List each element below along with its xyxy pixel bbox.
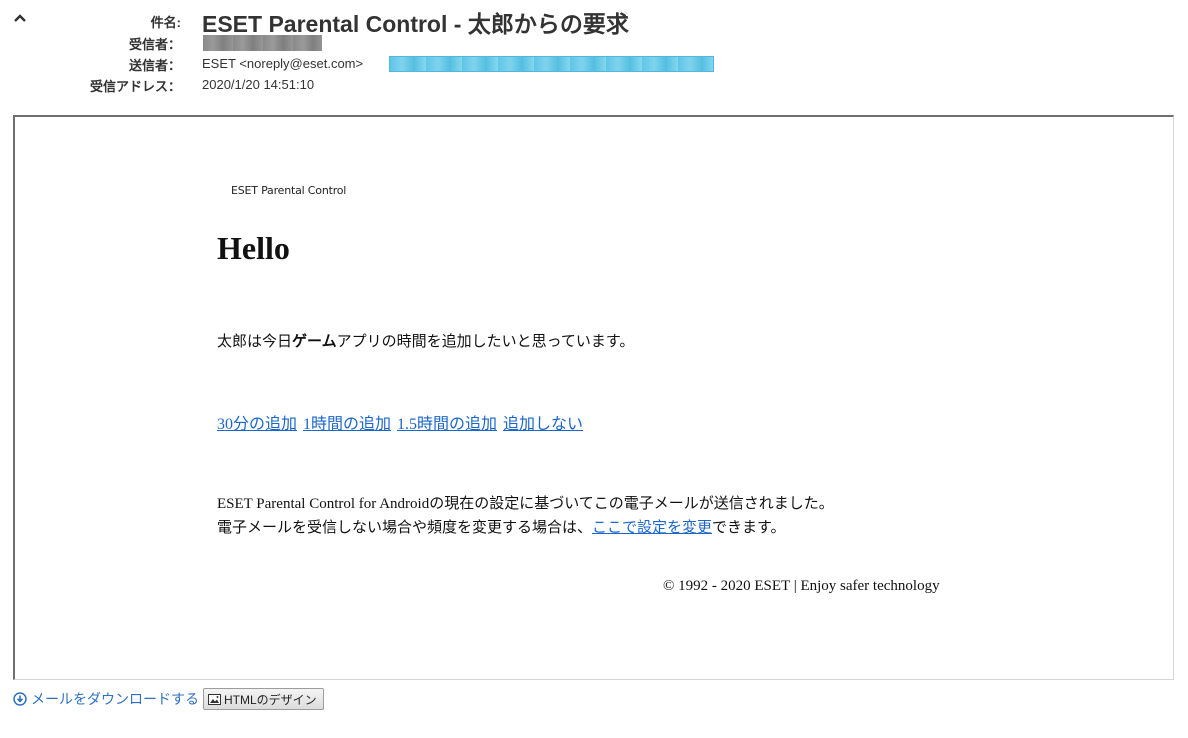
request-message: 太郎は今日ゲームアプリの時間を追加したいと思っています。	[217, 330, 634, 351]
change-settings-link[interactable]: ここで設定を変更	[592, 520, 712, 536]
add-1hour-link[interactable]: 1時間の追加	[303, 416, 391, 433]
action-links: 30分の追加 1時間の追加 1.5時間の追加 追加しない	[217, 410, 585, 434]
image-icon	[208, 693, 221, 705]
download-mail-label: メールをダウンロードする	[31, 691, 199, 707]
settings-notice: ESET Parental Control for Androidの現在の設定に…	[217, 492, 834, 540]
brand-logo-text: ESET Parental Control	[231, 184, 347, 197]
notice-line-1: ESET Parental Control for Androidの現在の設定に…	[217, 496, 834, 512]
recipient-redacted	[203, 35, 322, 51]
recipient-label: 受信者：	[128, 37, 181, 52]
request-category: ゲーム	[292, 332, 337, 350]
request-suffix: アプリの時間を追加したいと思っています。	[336, 332, 635, 350]
sender-extra-redacted	[389, 56, 714, 72]
notice-line-2-prefix: 電子メールを受信しない場合や頻度を変更する場合は、	[217, 520, 593, 536]
collapse-header-button[interactable]	[12, 10, 30, 28]
download-mail-link[interactable]: メールをダウンロードする	[13, 689, 199, 709]
add-30min-link[interactable]: 30分の追加	[217, 416, 297, 433]
subject-text: ESET Parental Control - 太郎からの要求	[202, 11, 629, 37]
download-circle-icon	[13, 692, 27, 706]
add-1-5hour-link[interactable]: 1.5時間の追加	[397, 416, 497, 433]
request-prefix: 太郎は今日	[217, 332, 293, 350]
bottom-toolbar: メールをダウンロードする HTMLのデザイン	[13, 688, 324, 710]
subject-label: 件名:	[150, 15, 181, 30]
greeting-heading: Hello	[217, 230, 290, 266]
decline-link[interactable]: 追加しない	[503, 416, 583, 433]
sender-label: 送信者：	[128, 58, 181, 73]
received-datetime: 2020/1/20 14:51:10	[202, 77, 315, 92]
sender-address: ESET <noreply@eset.com>	[202, 56, 364, 71]
notice-line-2-suffix: できます。	[712, 520, 786, 536]
html-design-button[interactable]: HTMLのデザイン	[203, 688, 324, 710]
copyright-footer: © 1992 - 2020 ESET | Enjoy safer technol…	[663, 578, 940, 594]
chevron-up-icon	[12, 10, 30, 26]
notice-line-2: 電子メールを受信しない場合や頻度を変更する場合は、ここで設定を変更できます。	[217, 516, 834, 540]
email-body-frame: ESET Parental Control Hello 太郎は今日ゲームアプリの…	[13, 115, 1174, 680]
received-label: 受信アドレス：	[89, 79, 181, 94]
html-design-label: HTMLのデザイン	[224, 692, 317, 707]
